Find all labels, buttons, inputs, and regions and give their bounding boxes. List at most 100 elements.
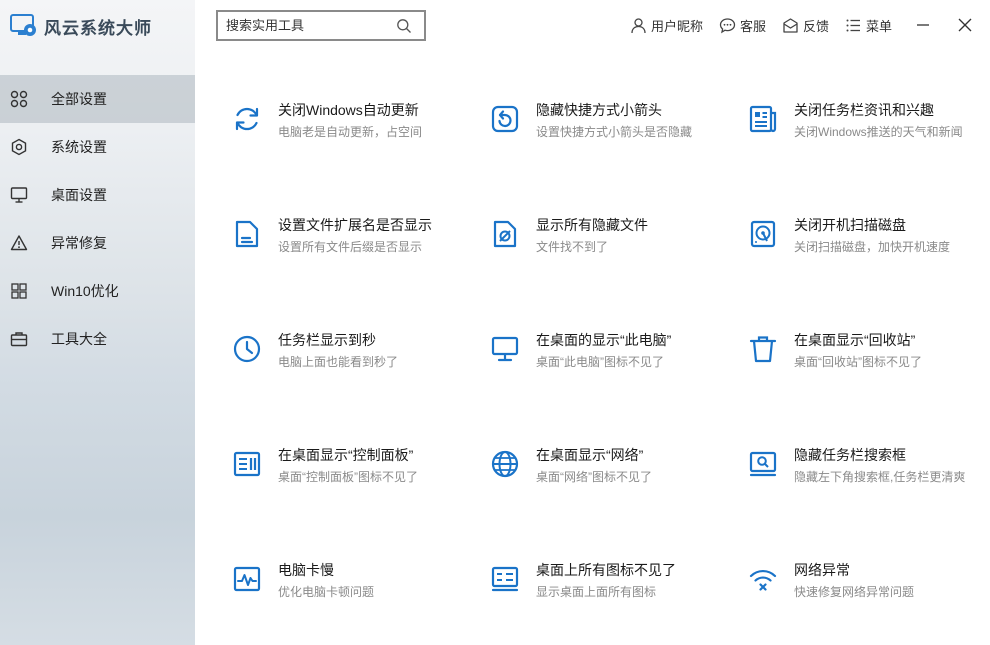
tool-card-hide-taskbar-search[interactable]: 隐藏任务栏搜索框 隐藏左下角搜索框,任务栏更清爽 xyxy=(748,445,988,505)
desktop-icons-icon xyxy=(490,564,520,594)
search-box-icon xyxy=(748,449,778,479)
sidebar-nav: 全部设置 系统设置 桌面设置 异常修复 Win10优化 工具大全 xyxy=(0,75,195,363)
app-title: 风云系统大师 xyxy=(44,18,152,38)
tool-title: 电脑卡慢 xyxy=(278,562,334,578)
tool-card-show-network[interactable]: 在桌面显示“网络” 桌面“网络”图标不见了 xyxy=(490,445,730,505)
tool-title: 隐藏任务栏搜索框 xyxy=(794,447,906,463)
shortcut-arrow-icon xyxy=(490,104,520,134)
tool-title: 关闭开机扫描磁盘 xyxy=(794,217,906,233)
disk-scan-icon xyxy=(748,219,778,249)
pulse-icon xyxy=(232,564,262,594)
tool-card-pc-slow[interactable]: 电脑卡慢 优化电脑卡顿问题 xyxy=(232,560,472,620)
app-logo: 风云系统大师 xyxy=(10,10,152,42)
tool-title: 任务栏显示到秒 xyxy=(278,332,376,348)
tool-title: 设置文件扩展名是否显示 xyxy=(278,217,432,233)
tool-desc: 桌面“回收站”图标不见了 xyxy=(794,355,922,369)
tool-card-taskbar-seconds[interactable]: 任务栏显示到秒 电脑上面也能看到秒了 xyxy=(232,330,472,390)
tool-desc: 桌面“网络”图标不见了 xyxy=(536,470,652,484)
wifi-error-icon xyxy=(748,564,778,594)
sidebar-item-system-settings[interactable]: 系统设置 xyxy=(0,123,195,171)
service-label: 客服 xyxy=(739,18,766,34)
minimize-icon xyxy=(917,24,929,26)
sidebar-item-label: Win10优化 xyxy=(51,283,119,299)
tool-desc: 电脑老是自动更新，占空间 xyxy=(278,125,423,139)
sidebar-item-all-settings[interactable]: 全部设置 xyxy=(0,75,195,123)
chat-icon xyxy=(719,17,736,33)
computer-icon xyxy=(490,334,520,364)
windows-icon xyxy=(10,282,28,300)
sidebar: 风云系统大师 全部设置 系统设置 桌面设置 异常修复 Win10优化 工具大全 xyxy=(0,0,195,645)
sidebar-item-win10-optimize[interactable]: Win10优化 xyxy=(0,267,195,315)
top-bar: 用户昵称 客服 反馈 菜单 xyxy=(614,14,976,36)
mail-icon xyxy=(783,17,798,33)
service-button[interactable]: 客服 xyxy=(719,16,766,35)
search-input[interactable] xyxy=(218,12,396,39)
tool-title: 在桌面显示“控制面板” xyxy=(278,447,414,463)
tool-card-network-error[interactable]: 网络异常 快速修复网络异常问题 xyxy=(748,560,988,620)
tool-title: 关闭任务栏资讯和兴趣 xyxy=(794,102,934,118)
sidebar-item-label: 系统设置 xyxy=(51,139,107,155)
tool-card-desktop-icons-missing[interactable]: 桌面上所有图标不见了 显示桌面上面所有图标 xyxy=(490,560,730,620)
globe-icon xyxy=(490,449,520,479)
file-extension-icon xyxy=(232,219,262,249)
tool-title: 在桌面显示“回收站” xyxy=(794,332,916,348)
tool-title: 关闭Windows自动更新 xyxy=(278,102,419,118)
grid-icon xyxy=(10,90,28,108)
tool-card-file-extension[interactable]: 设置文件扩展名是否显示 设置所有文件后缀是否显示 xyxy=(232,215,472,275)
search-icon[interactable] xyxy=(396,18,412,34)
toolbox-icon xyxy=(10,330,28,348)
monitor-icon xyxy=(10,186,28,204)
user-label: 用户昵称 xyxy=(650,18,703,34)
search-box xyxy=(216,10,426,41)
tool-desc: 隐藏左下角搜索框,任务栏更清爽 xyxy=(794,470,966,484)
recycle-bin-icon xyxy=(748,334,778,364)
tool-card-show-hidden-files[interactable]: 显示所有隐藏文件 文件找不到了 xyxy=(490,215,730,275)
tool-desc: 设置所有文件后缀是否显示 xyxy=(278,240,423,254)
tool-desc: 快速修复网络异常问题 xyxy=(794,585,915,599)
tool-card-disable-disk-scan[interactable]: 关闭开机扫描磁盘 关闭扫描磁盘，加快开机速度 xyxy=(748,215,988,275)
tool-title: 在桌面的显示“此电脑” xyxy=(536,332,672,348)
user-icon xyxy=(631,17,646,33)
tool-desc: 文件找不到了 xyxy=(536,240,609,254)
sidebar-item-label: 桌面设置 xyxy=(51,187,107,203)
tool-card-show-control-panel[interactable]: 在桌面显示“控制面板” 桌面“控制面板”图标不见了 xyxy=(232,445,472,505)
feedback-label: 反馈 xyxy=(802,18,829,34)
tool-title: 在桌面显示“网络” xyxy=(536,447,644,463)
tool-title: 桌面上所有图标不见了 xyxy=(536,562,676,578)
tool-desc: 桌面“控制面板”图标不见了 xyxy=(278,470,418,484)
refresh-icon xyxy=(232,104,262,134)
menu-label: 菜单 xyxy=(865,18,892,34)
user-button[interactable]: 用户昵称 xyxy=(630,16,703,35)
sidebar-item-label: 全部设置 xyxy=(51,91,107,107)
control-panel-icon xyxy=(232,449,262,479)
tool-desc: 优化电脑卡顿问题 xyxy=(278,585,375,599)
news-icon xyxy=(748,104,778,134)
warning-icon xyxy=(10,234,28,252)
app-logo-icon xyxy=(10,12,38,40)
tool-card-show-recycle-bin[interactable]: 在桌面显示“回收站” 桌面“回收站”图标不见了 xyxy=(748,330,988,390)
tool-desc: 电脑上面也能看到秒了 xyxy=(278,355,399,369)
clock-icon xyxy=(232,334,262,364)
tool-card-disable-news-interests[interactable]: 关闭任务栏资讯和兴趣 关闭Windows推送的天气和新闻 xyxy=(748,100,988,160)
sidebar-item-label: 异常修复 xyxy=(51,235,107,251)
sidebar-item-desktop-settings[interactable]: 桌面设置 xyxy=(0,171,195,219)
tool-title: 显示所有隐藏文件 xyxy=(536,217,648,233)
tool-card-disable-windows-update[interactable]: 关闭Windows自动更新 电脑老是自动更新，占空间 xyxy=(232,100,472,160)
tool-title: 网络异常 xyxy=(794,562,850,578)
menu-icon xyxy=(846,19,860,31)
sidebar-item-tools[interactable]: 工具大全 xyxy=(0,315,195,363)
sidebar-item-error-repair[interactable]: 异常修复 xyxy=(0,219,195,267)
settings-icon xyxy=(10,138,28,156)
tool-desc: 关闭扫描磁盘，加快开机速度 xyxy=(794,240,951,254)
tool-desc: 设置快捷方式小箭头是否隐藏 xyxy=(536,125,693,139)
hidden-file-icon xyxy=(490,219,520,249)
sidebar-item-label: 工具大全 xyxy=(51,331,107,347)
tool-card-hide-shortcut-arrow[interactable]: 隐藏快捷方式小箭头 设置快捷方式小箭头是否隐藏 xyxy=(490,100,730,160)
minimize-button[interactable] xyxy=(912,14,934,36)
tool-title: 隐藏快捷方式小箭头 xyxy=(536,102,662,118)
menu-button[interactable]: 菜单 xyxy=(845,16,892,35)
tool-card-show-this-pc[interactable]: 在桌面的显示“此电脑” 桌面“此电脑”图标不见了 xyxy=(490,330,730,390)
tool-desc: 关闭Windows推送的天气和新闻 xyxy=(794,125,963,139)
feedback-button[interactable]: 反馈 xyxy=(782,16,829,35)
close-button[interactable] xyxy=(954,14,976,36)
